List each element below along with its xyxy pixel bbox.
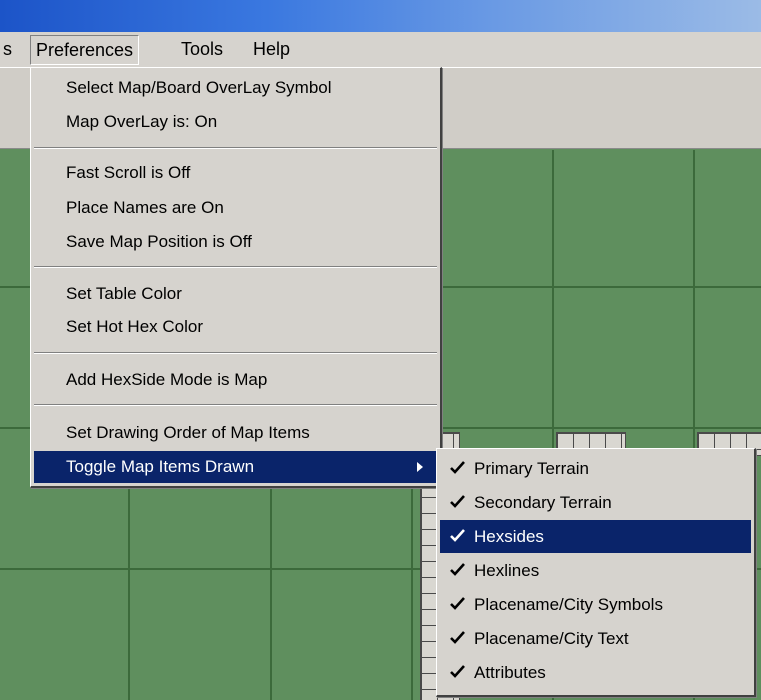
menu-item-select-overlay-symbol[interactable]: Select Map/Board OverLay Symbol	[34, 72, 437, 104]
submenu-item-label: Placename/City Symbols	[474, 595, 663, 614]
checkmark-icon	[450, 529, 465, 542]
checkmark-icon	[450, 631, 465, 644]
checkmark-icon	[450, 665, 465, 678]
submenu-item-secondary-terrain[interactable]: Secondary Terrain	[440, 486, 751, 519]
checkmark-icon	[450, 495, 465, 508]
submenu-item-label: Placename/City Text	[474, 629, 629, 648]
checkmark-icon	[450, 563, 465, 576]
submenu-item-label: Attributes	[474, 663, 546, 682]
menu-item-set-drawing-order[interactable]: Set Drawing Order of Map Items	[34, 417, 437, 449]
submenu-item-label: Secondary Terrain	[474, 493, 612, 512]
menubar-item-partial[interactable]: s	[0, 35, 17, 63]
window-title-bar	[0, 0, 761, 32]
toggle-map-items-submenu: Primary Terrain Secondary Terrain Hexsides…	[436, 448, 756, 697]
submenu-item-label: Hexsides	[474, 527, 544, 546]
checkmark-icon	[450, 597, 465, 610]
menu-item-add-hexside-mode[interactable]: Add HexSide Mode is Map	[34, 364, 437, 396]
submenu-item-attributes[interactable]: Attributes	[440, 656, 751, 689]
menu-separator	[34, 404, 437, 406]
menu-item-set-hot-hex-color[interactable]: Set Hot Hex Color	[34, 311, 437, 343]
menubar-item-preferences[interactable]: Preferences	[30, 35, 140, 65]
submenu-item-hexlines[interactable]: Hexlines	[440, 554, 751, 587]
submenu-item-hexsides[interactable]: Hexsides	[440, 520, 751, 553]
submenu-item-placename-city-text[interactable]: Placename/City Text	[440, 622, 751, 655]
menu-separator	[34, 352, 437, 354]
menu-item-fast-scroll[interactable]: Fast Scroll is Off	[34, 157, 437, 189]
preferences-dropdown-menu: Select Map/Board OverLay Symbol Map Over…	[30, 67, 442, 488]
menubar-item-tools[interactable]: Tools	[176, 35, 228, 63]
menubar-item-help[interactable]: Help	[248, 35, 295, 63]
submenu-item-primary-terrain[interactable]: Primary Terrain	[440, 452, 751, 485]
menu-item-map-overlay[interactable]: Map OverLay is: On	[34, 106, 437, 138]
menu-item-save-map-position[interactable]: Save Map Position is Off	[34, 226, 437, 258]
submenu-arrow-icon	[417, 462, 423, 472]
submenu-item-label: Hexlines	[474, 561, 540, 580]
menu-bar: s Preferences Tools Help	[0, 32, 761, 68]
submenu-item-placename-city-symbols[interactable]: Placename/City Symbols	[440, 588, 751, 621]
menu-item-set-table-color[interactable]: Set Table Color	[34, 278, 437, 310]
menu-separator	[34, 147, 437, 149]
menu-item-place-names[interactable]: Place Names are On	[34, 192, 437, 224]
menu-item-toggle-map-items[interactable]: Toggle Map Items Drawn	[34, 451, 437, 483]
checkmark-icon	[450, 461, 465, 474]
submenu-item-label: Primary Terrain	[474, 459, 589, 478]
menu-separator	[34, 266, 437, 268]
menu-item-toggle-map-items-label: Toggle Map Items Drawn	[66, 457, 255, 476]
